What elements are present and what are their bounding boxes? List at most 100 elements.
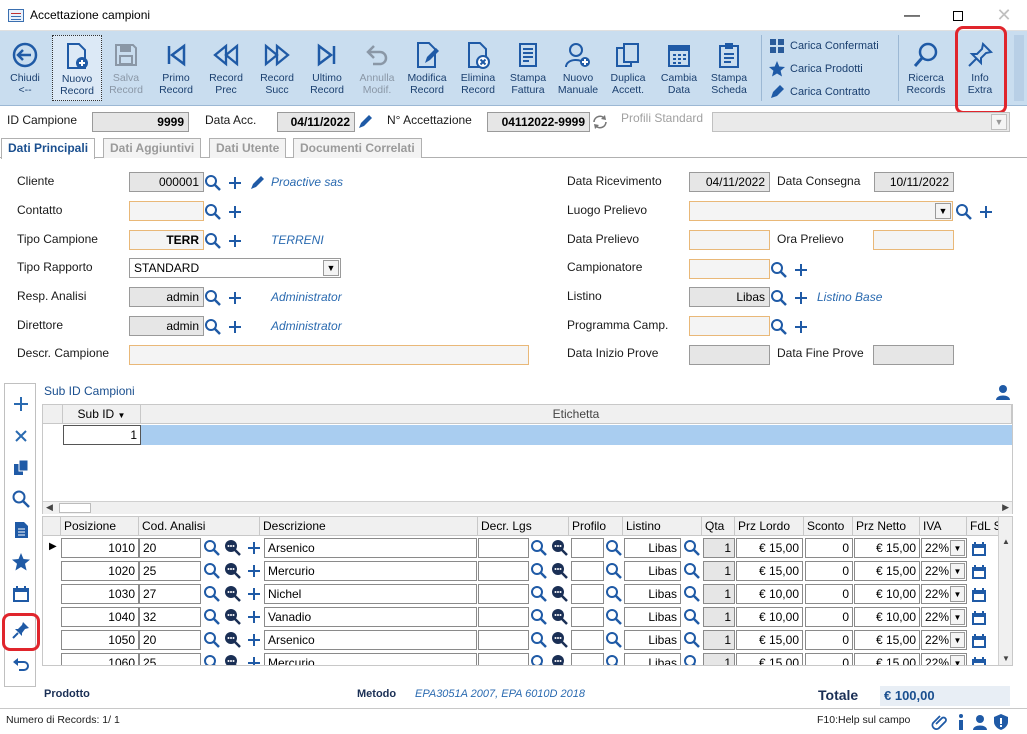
listino-cell[interactable]: Libas xyxy=(624,630,681,650)
calendar-icon[interactable] xyxy=(11,584,31,604)
programma-camp-field[interactable] xyxy=(689,316,770,336)
star-icon[interactable] xyxy=(11,552,31,572)
qta-cell[interactable]: 1 xyxy=(703,561,735,581)
listino-cell[interactable]: Libas xyxy=(624,538,681,558)
descr-campione-field[interactable] xyxy=(129,345,529,365)
previous-record-button[interactable]: Record Prec xyxy=(201,35,251,101)
prz-netto-cell[interactable]: € 10,00 xyxy=(854,607,920,627)
qta-cell[interactable]: 1 xyxy=(703,538,735,558)
data-fine-prove-field[interactable] xyxy=(873,345,954,365)
add-icon[interactable] xyxy=(245,608,263,626)
descrizione-cell[interactable]: Nichel xyxy=(264,584,477,604)
search-detail-icon[interactable] xyxy=(551,608,569,626)
refresh-icon[interactable] xyxy=(591,113,609,131)
profilo-cell[interactable] xyxy=(571,653,604,665)
delete-icon[interactable] xyxy=(11,426,31,446)
search-detail-icon[interactable] xyxy=(551,539,569,557)
resp-analisi-field[interactable]: admin xyxy=(129,287,204,307)
cod-analisi-cell[interactable]: 20 xyxy=(139,538,201,558)
cod-analisi-cell[interactable]: 25 xyxy=(139,653,201,665)
profili-standard-select[interactable]: ▼ xyxy=(712,112,1010,132)
search-icon[interactable] xyxy=(683,539,701,557)
scroll-thumb[interactable] xyxy=(59,503,91,513)
clipboard-button[interactable]: Stampa Scheda xyxy=(704,35,754,101)
prz-netto-cell[interactable]: € 15,00 xyxy=(854,561,920,581)
table-row[interactable]: 1040 32 Vanadio Libas 1 € 10,00 0 € 10,00 22% ▼ xyxy=(43,606,1012,629)
table-row[interactable]: 1060 25 Mercurio Libas 1 € 15,00 0 € 15,00 22% ▼ xyxy=(43,652,1012,666)
tab-dati-aggiuntivi[interactable]: Dati Aggiuntivi xyxy=(103,138,202,158)
add-icon[interactable] xyxy=(977,203,995,221)
chevron-down-icon[interactable]: ▼ xyxy=(950,586,965,602)
tipo-campione-field[interactable]: TERR xyxy=(129,230,204,250)
iva-select[interactable]: 22% ▼ xyxy=(921,561,967,581)
search-detail-icon[interactable] xyxy=(551,585,569,603)
search-detail-icon[interactable] xyxy=(224,631,242,649)
pen-icon[interactable] xyxy=(248,174,266,192)
col-decr-lgs[interactable]: Decr. Lgs xyxy=(478,517,569,536)
last-record-button[interactable]: Ultimo Record xyxy=(302,35,352,101)
col-sconto[interactable]: Sconto xyxy=(804,517,853,536)
data-inizio-prove-field[interactable] xyxy=(689,345,770,365)
shield-icon[interactable] xyxy=(992,713,1010,731)
search-icon[interactable] xyxy=(605,585,623,603)
decr-lgs-cell[interactable] xyxy=(478,561,529,581)
posizione-cell[interactable]: 1050 xyxy=(61,630,139,650)
table-row[interactable]: 1030 27 Nichel Libas 1 € 10,00 0 € 10,00 22% ▼ xyxy=(43,583,1012,606)
col-prz-lordo[interactable]: Prz Lordo xyxy=(735,517,804,536)
search-icon[interactable] xyxy=(683,562,701,580)
add-icon[interactable] xyxy=(226,232,244,250)
data-consegna-field[interactable]: 10/11/2022 xyxy=(874,172,954,192)
data-prelievo-field[interactable] xyxy=(689,230,770,250)
prz-netto-cell[interactable]: € 15,00 xyxy=(854,653,920,665)
search-detail-icon[interactable] xyxy=(551,631,569,649)
duplicate-button[interactable]: Duplica Accett. xyxy=(603,35,653,101)
add-icon[interactable] xyxy=(245,654,263,666)
calendar-icon[interactable] xyxy=(970,655,988,666)
chevron-down-icon[interactable]: ▼ xyxy=(950,563,965,579)
col-cod-analisi[interactable]: Cod. Analisi xyxy=(139,517,260,536)
add-icon[interactable] xyxy=(226,289,244,307)
iva-select[interactable]: 22% ▼ xyxy=(921,538,967,558)
search-icon[interactable] xyxy=(204,174,222,192)
cod-analisi-cell[interactable]: 20 xyxy=(139,630,201,650)
table-row[interactable]: 1050 20 Arsenico Libas 1 € 15,00 0 € 15,00 22% ▼ xyxy=(43,629,1012,652)
search-icon[interactable] xyxy=(530,539,548,557)
qta-cell[interactable]: 1 xyxy=(703,653,735,665)
search-detail-icon[interactable] xyxy=(551,654,569,666)
search-icon[interactable] xyxy=(530,631,548,649)
undo-icon[interactable] xyxy=(11,654,31,674)
sconto-cell[interactable]: 0 xyxy=(805,630,853,650)
iva-select[interactable]: 22% ▼ xyxy=(921,653,967,665)
search-icon[interactable] xyxy=(204,203,222,221)
profilo-cell[interactable] xyxy=(571,538,604,558)
col-prz-netto[interactable]: Prz Netto xyxy=(853,517,920,536)
col-iva[interactable]: IVA xyxy=(920,517,967,536)
decr-lgs-cell[interactable] xyxy=(478,538,529,558)
next-record-button[interactable]: Record Succ xyxy=(252,35,302,101)
campionatore-field[interactable] xyxy=(689,259,770,279)
iva-select[interactable]: 22% ▼ xyxy=(921,630,967,650)
descrizione-cell[interactable]: Mercurio xyxy=(264,561,477,581)
sconto-cell[interactable]: 0 xyxy=(805,607,853,627)
calendar-icon[interactable] xyxy=(970,540,988,558)
pen-icon[interactable] xyxy=(356,113,374,131)
carica-contratto-button[interactable]: Carica Contratto xyxy=(768,83,870,101)
profilo-cell[interactable] xyxy=(571,607,604,627)
search-icon[interactable] xyxy=(683,654,701,666)
table-row[interactable]: 1020 25 Mercurio Libas 1 € 15,00 0 € 15,00 22% ▼ xyxy=(43,560,1012,583)
chevron-down-icon[interactable]: ▼ xyxy=(323,260,339,276)
calendar-icon[interactable] xyxy=(970,563,988,581)
search-icon[interactable] xyxy=(204,289,222,307)
chevron-down-icon[interactable]: ▼ xyxy=(950,609,965,625)
search-icon[interactable] xyxy=(530,585,548,603)
save-button[interactable]: Salva Record xyxy=(101,35,151,101)
search-detail-icon[interactable] xyxy=(224,608,242,626)
prz-netto-cell[interactable]: € 15,00 xyxy=(854,538,920,558)
edit-document-button[interactable]: Modifica Record xyxy=(402,35,452,101)
scroll-right-icon[interactable]: ▶ xyxy=(1002,502,1009,513)
col-sub-id[interactable]: Sub ID ▼ xyxy=(63,405,141,424)
user-icon[interactable] xyxy=(971,713,989,731)
search-icon[interactable] xyxy=(770,289,788,307)
add-icon[interactable] xyxy=(245,562,263,580)
search-icon[interactable] xyxy=(203,608,221,626)
